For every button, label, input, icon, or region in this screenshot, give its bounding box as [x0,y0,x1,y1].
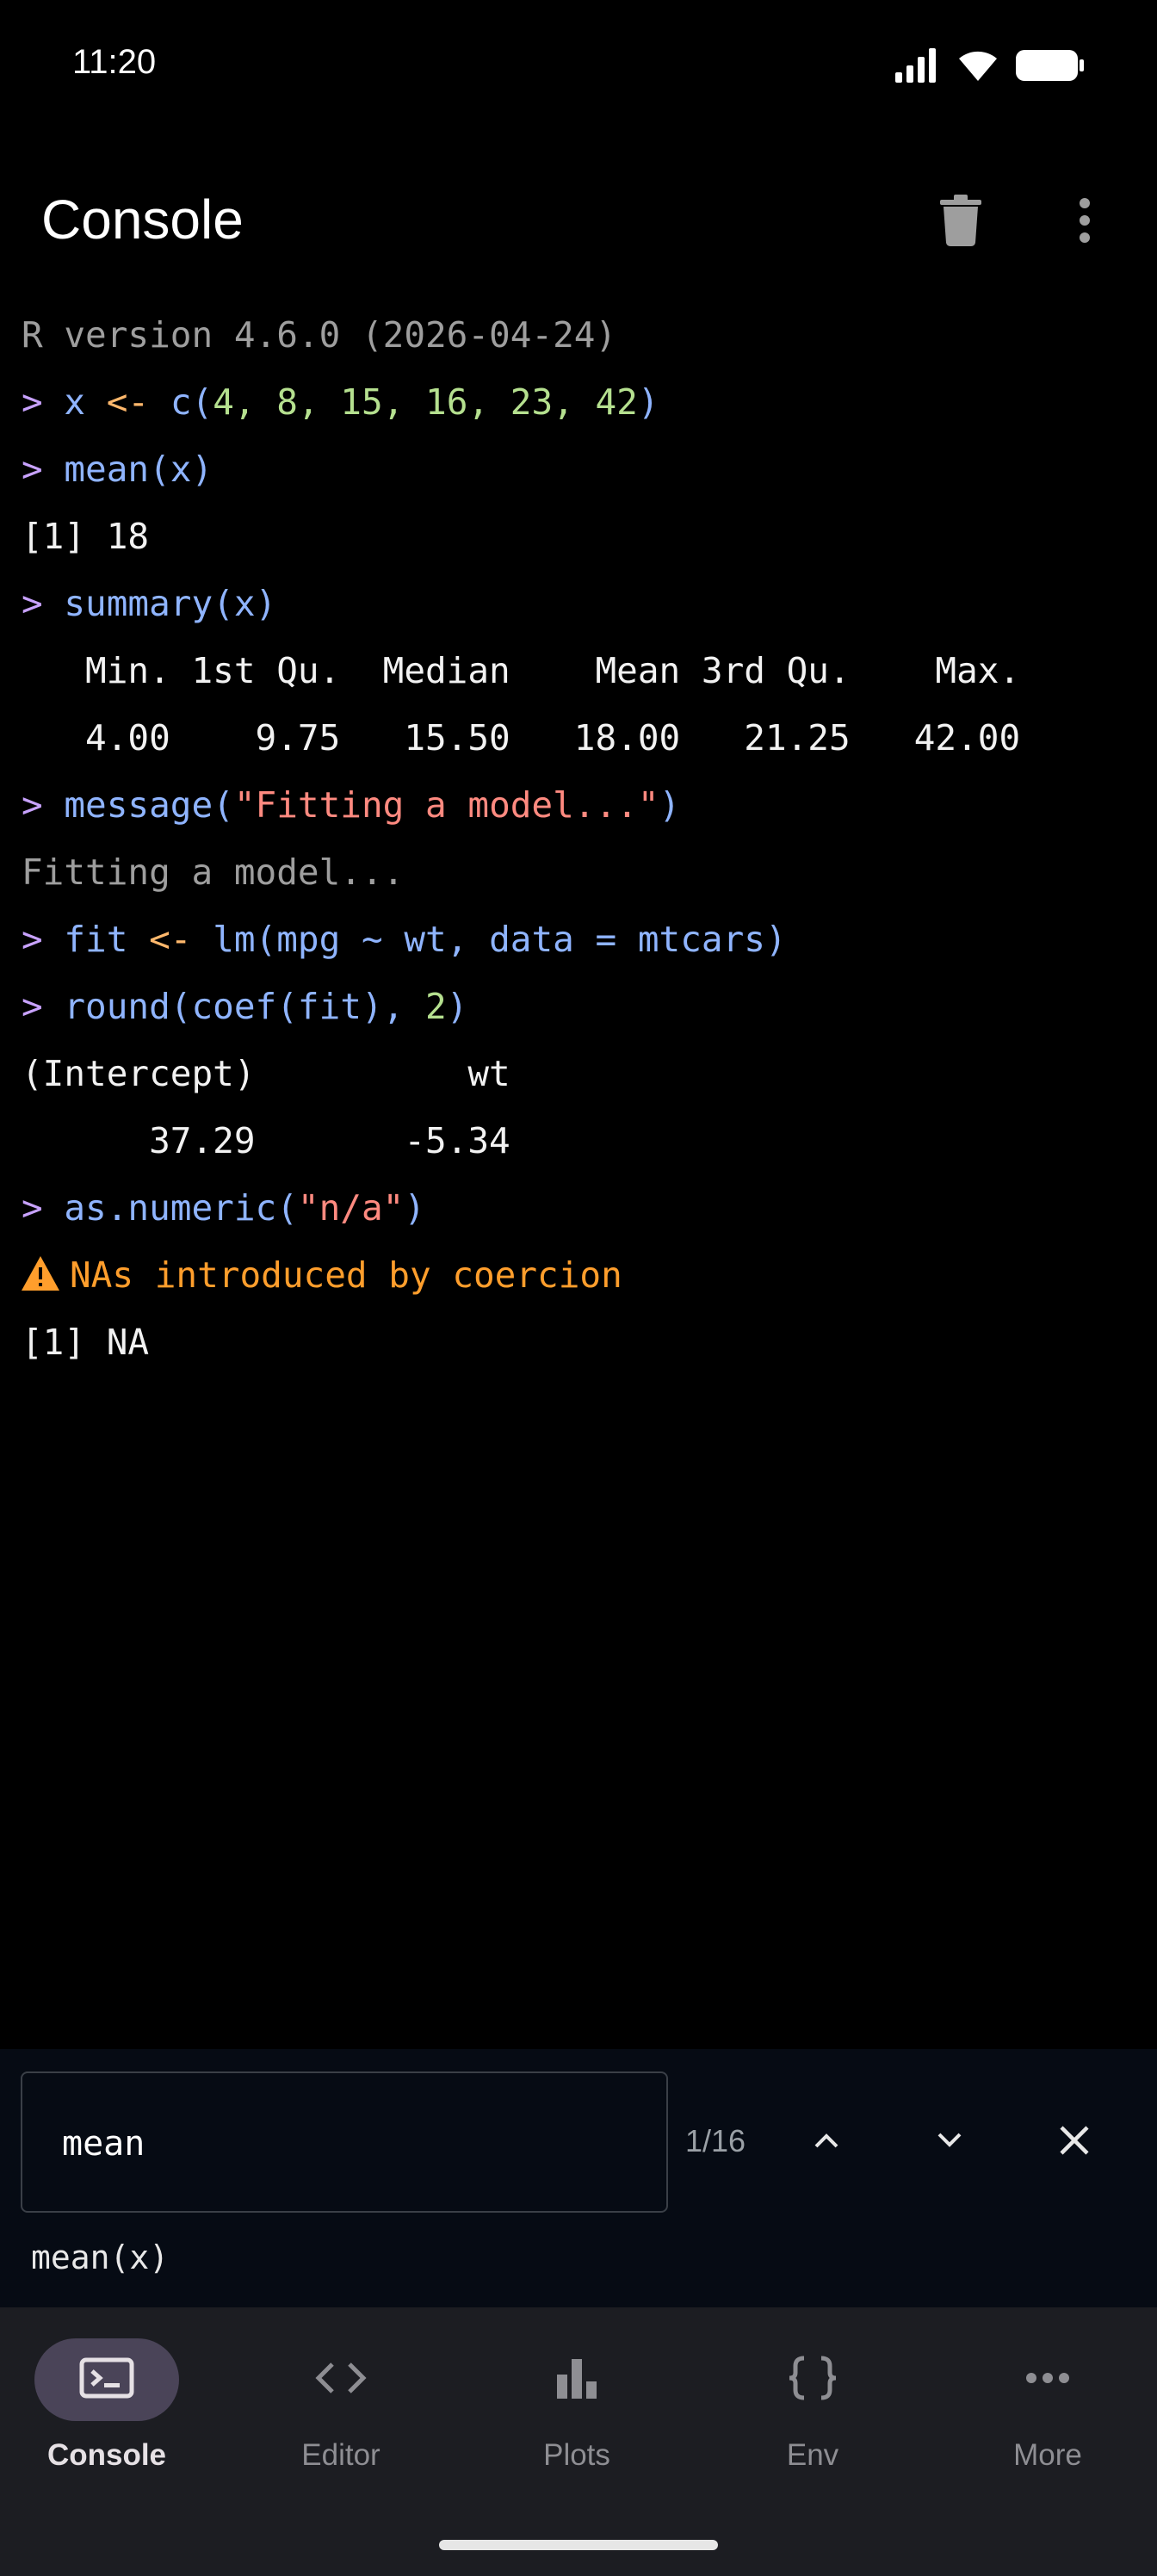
chevron-up-icon [814,2132,839,2153]
previous-match-button[interactable] [785,2101,868,2183]
search-box [21,2071,668,2213]
console-output-line: 37.29 -5.34 [22,1120,532,1161]
status-icons [894,47,1085,87]
nav-label: Plots [543,2438,610,2472]
page-title: Console [41,189,244,251]
console-output: R version 4.6.0 (2026-04-24) > x <- c(4,… [22,301,1141,1376]
console-command: > message("Fitting a model...") [22,784,681,826]
prompt: > [22,986,43,1027]
console-output-line: Min. 1st Qu. Median Mean 3rd Qu. Max. [22,650,1042,691]
next-match-button[interactable] [908,2101,991,2183]
nav-item-editor[interactable]: Editor [238,2338,444,2493]
status-bar: 11:20 [0,0,1157,138]
prompt: > [22,449,43,490]
console-command: > x <- c(4, 8, 15, 16, 23, 42) [22,381,659,423]
bar-chart-icon [555,2357,598,2403]
wifi-icon [956,48,1000,87]
more-horiz-icon [1025,2372,1070,2388]
console-command: > round(coef(fit), 2) [22,986,468,1027]
match-preview[interactable]: mean(x) [31,2239,169,2276]
console-output-line: 4.00 9.75 15.50 18.00 21.25 42.00 [22,717,1042,759]
clear-console-button[interactable] [919,181,1002,263]
bottom-navigation: Console Editor Plots Env More [0,2307,1157,2576]
console-warning-line: NAs introduced by coercion [22,1242,1141,1309]
code-icon [313,2361,368,2400]
prompt: > [22,583,43,624]
close-search-button[interactable] [1033,2101,1116,2183]
console-output-line: [1] NA [22,1322,150,1363]
braces-icon [787,2356,838,2405]
close-icon [1059,2125,1090,2160]
search-input[interactable] [62,2116,630,2171]
warning-text: NAs introduced by coercion [70,1254,622,1296]
nav-label: Editor [301,2438,381,2472]
console-command: > mean(x) [22,449,213,490]
more-vert-icon [1078,196,1092,249]
console-output-line: (Intercept) wt [22,1053,532,1094]
status-time: 11:20 [72,43,157,81]
warning-icon [22,1256,59,1291]
nav-item-console[interactable]: Console [3,2338,210,2493]
nav-label: Console [46,2438,167,2472]
chevron-down-icon [937,2132,962,2153]
nav-active-indicator [34,2338,179,2421]
battery-icon [1016,48,1085,87]
overflow-menu-button[interactable] [1043,181,1126,263]
console-command: > summary(x) [22,583,277,624]
nav-item-env[interactable]: Env [709,2338,916,2493]
terminal-icon [79,2357,134,2403]
console-output-line: [1] 18 [22,516,150,557]
search-panel: 1/16 mean(x) [0,2049,1157,2307]
prompt: > [22,381,43,423]
prompt: > [22,784,43,826]
nav-label: Env [786,2438,839,2472]
console-command: > fit <- lm(mpg ~ wt, data = mtcars) [22,919,787,960]
console-command: > as.numeric("n/a") [22,1187,426,1229]
nav-item-more[interactable]: More [944,2338,1151,2493]
version-line: R version 4.6.0 (2026-04-24) [22,314,617,356]
signal-icon [894,47,940,87]
app-bar: Console [0,155,1157,284]
nav-item-plots[interactable]: Plots [473,2338,680,2493]
prompt: > [22,1187,43,1229]
nav-label: More [1013,2438,1082,2472]
match-count: 1/16 [685,2123,746,2158]
trash-icon [940,194,981,251]
prompt: > [22,919,43,960]
console-message-line: Fitting a model... [22,851,405,893]
home-indicator[interactable] [439,2540,718,2550]
